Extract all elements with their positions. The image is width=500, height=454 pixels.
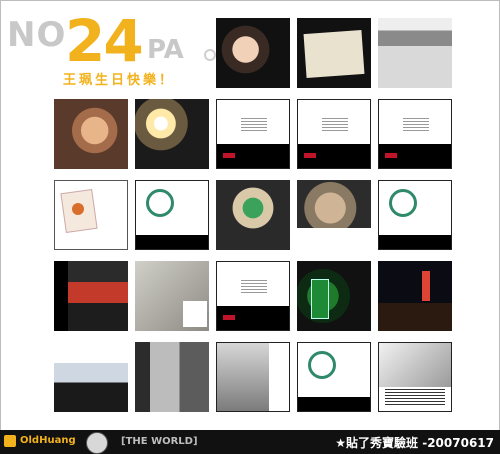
footer-bar: OldHuang [THE WORLD] ★貼了秀寶驗班 -20070617 (0, 430, 500, 454)
logo-subtitle: 王珮生日快樂！ (63, 73, 176, 88)
thumbnail-alley-photo[interactable] (135, 342, 209, 412)
thumbnail-shop-photo[interactable] (54, 261, 128, 331)
date-label: ★貼了秀寶驗班 -20070617 (335, 436, 494, 450)
logo-circle-icon (204, 49, 216, 61)
thumbnail-paw-card[interactable] (54, 180, 128, 250)
thumbnail-enjoy-page[interactable] (216, 342, 290, 412)
vertical-text-band (54, 261, 68, 331)
thumbnail-night-street-photo[interactable] (378, 261, 452, 331)
green-logo-icon (146, 189, 174, 217)
thumbnail-text-page[interactable] (378, 99, 452, 169)
logo-text-24: 24 (65, 7, 144, 75)
paper-sheet (303, 30, 365, 78)
black-band (379, 235, 451, 249)
thumbnail-building-photo[interactable] (378, 18, 452, 88)
oldhuang-logo-icon (4, 435, 16, 447)
caption-area (297, 228, 371, 250)
red-mark (385, 153, 397, 158)
brand-label: OldHuang (20, 435, 76, 446)
text-lines (241, 118, 267, 132)
red-mark (223, 153, 235, 158)
paw-icon (72, 203, 84, 215)
thumbnail-cat-bag-photo[interactable] (297, 180, 371, 250)
thumbnail-text-page[interactable] (297, 99, 371, 169)
thumbnail-text-page[interactable] (216, 99, 290, 169)
text-lines (322, 118, 348, 132)
thumbnail-logo-page[interactable] (135, 180, 209, 250)
green-logo-icon (389, 189, 417, 217)
beer-can (311, 279, 329, 319)
alley-photo (217, 343, 269, 411)
thumbnail-lamp-photo[interactable] (135, 99, 209, 169)
thumbnail-beer-photo[interactable] (297, 261, 371, 331)
mascot-icon (86, 432, 108, 454)
thumbnail-text-page[interactable] (216, 261, 290, 331)
thumbnail-article-page[interactable] (378, 342, 452, 412)
thumbnail-logo-page[interactable] (378, 180, 452, 250)
page-frame: NO 24 PA 王珮生日快樂！ (0, 0, 500, 454)
black-band (136, 235, 208, 249)
logo-text-no: NO (7, 15, 67, 55)
text-lines (241, 280, 267, 294)
thumbnail-station-photo[interactable] (54, 342, 128, 412)
thumbnail-child-photo[interactable] (216, 18, 290, 88)
thumbnail-tree-photo[interactable] (135, 261, 209, 331)
logo-text-pa: PA (147, 35, 184, 65)
street-light (422, 271, 430, 301)
black-band (298, 397, 370, 411)
red-mark (223, 315, 235, 320)
header-logo: NO 24 PA 王珮生日快樂！ (7, 7, 216, 95)
red-mark (304, 153, 316, 158)
caption-box (183, 301, 207, 327)
thumbnail-book-photo[interactable] (216, 180, 290, 250)
thumbnail-paper-photo[interactable] (297, 18, 371, 88)
thumbnail-logo-page[interactable] (297, 342, 371, 412)
green-logo-icon (308, 351, 336, 379)
header-photo (379, 343, 451, 387)
world-label: [THE WORLD] (121, 436, 198, 447)
text-lines (403, 118, 429, 132)
thumbnail-cat-photo[interactable] (54, 99, 128, 169)
text-lines (385, 389, 445, 405)
